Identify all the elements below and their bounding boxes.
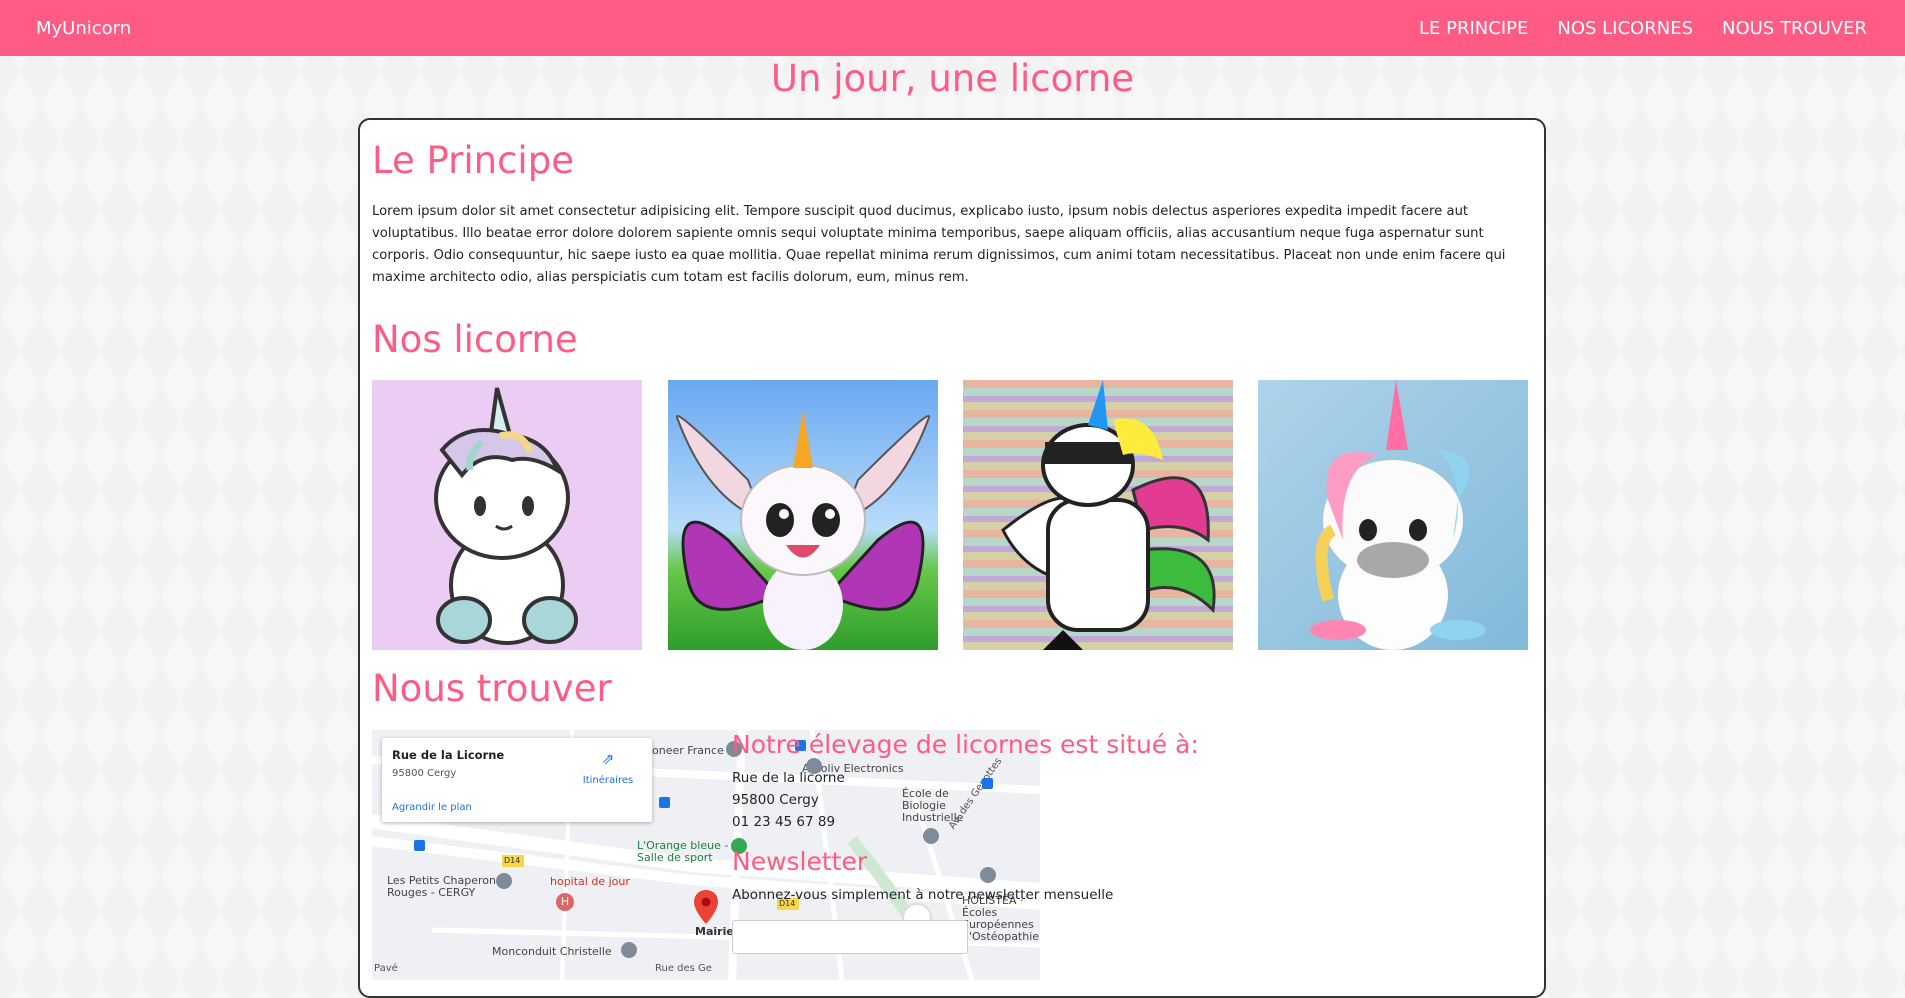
bus-stop-icon[interactable] — [982, 778, 993, 789]
place-city: 95800 Cergy — [392, 768, 457, 779]
address-heading: Notre élevage de licornes est situé à: — [732, 730, 1199, 759]
principe-heading: Le Principe — [372, 139, 574, 182]
newsletter-email-input[interactable] — [732, 920, 968, 954]
trouver-heading: Nous trouver — [372, 667, 612, 710]
cute-unicorn-image — [372, 380, 642, 650]
navbar: MyUnicorn LE PRINCIPE NOS LICORNES NOUS … — [0, 0, 1905, 56]
map-label-orange: L'Orange bleue - Salle de sport — [637, 839, 729, 864]
brand-link[interactable]: MyUnicorn — [36, 18, 131, 39]
nav-link-principe[interactable]: LE PRINCIPE — [1419, 18, 1528, 39]
newsletter-text: Abonnez-vous simplement à notre newslett… — [732, 887, 1114, 903]
directions-icon: ⇗ — [601, 750, 615, 768]
address-phone: 01 23 45 67 89 — [732, 814, 836, 830]
address-street: Rue de la licorne — [732, 770, 845, 786]
daycare-marker-icon[interactable] — [496, 873, 512, 889]
licornes-heading: Nos licorne — [372, 318, 578, 361]
place-title: Rue de la Licorne — [392, 748, 505, 762]
map-label-pave: Pavé — [374, 963, 398, 974]
figurine-unicorn-image — [1258, 380, 1528, 650]
map-label-pioneer: oneer France — [652, 744, 724, 757]
nav-link-trouver[interactable]: NOUS TROUVER — [1722, 18, 1867, 39]
location-pin-icon[interactable] — [694, 890, 718, 924]
address-city: 95800 Cergy — [732, 792, 819, 808]
newsletter-heading: Newsletter — [732, 847, 868, 876]
bus-stop-icon[interactable] — [659, 797, 670, 808]
butterfly-winged-unicorn-image — [668, 380, 938, 650]
directions-link[interactable]: ⇗ Itinéraires — [578, 750, 638, 787]
school-marker-icon[interactable] — [923, 828, 939, 844]
map-label-hopital: hopital de jour — [550, 875, 630, 888]
map-label-rue-des: Rue des Ge — [655, 963, 712, 974]
content-card: Le Principe Lorem ipsum dolor sit amet c… — [358, 118, 1546, 998]
dabbing-unicorn-image — [963, 380, 1233, 650]
place-card: Rue de la Licorne 95800 Cergy ⇗ Itinérai… — [382, 738, 652, 822]
bus-stop-icon[interactable] — [414, 840, 425, 851]
map-label-monconduit: Monconduit Christelle — [492, 945, 612, 958]
principe-text: Lorem ipsum dolor sit amet consectetur a… — [372, 204, 1506, 285]
map-label-d14-a: D14 — [504, 856, 521, 865]
enlarge-map-link[interactable]: Agrandir le plan — [392, 802, 472, 813]
monconduit-marker-icon[interactable] — [621, 942, 637, 958]
directions-label: Itinéraires — [582, 775, 634, 786]
nav-link-licornes[interactable]: NOS LICORNES — [1557, 18, 1693, 39]
hospital-icon[interactable]: H — [556, 893, 574, 911]
nav-links: LE PRINCIPE NOS LICORNES NOUS TROUVER — [1419, 18, 1867, 39]
holistea-marker-icon[interactable] — [980, 867, 996, 883]
page-title: Un jour, une licorne — [770, 57, 1135, 100]
